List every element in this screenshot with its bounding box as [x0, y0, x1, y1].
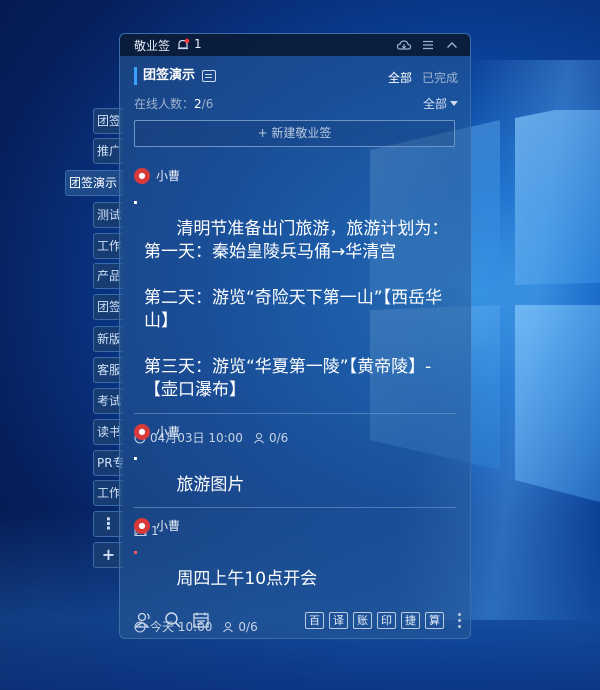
new-note-button[interactable]: + 新建敬业签	[134, 120, 455, 147]
group-name: 团签演示	[134, 67, 195, 85]
author-name: 小曹	[156, 169, 181, 183]
note-author: ● 小曹	[134, 167, 456, 185]
note-item[interactable]: ● 小曹 清明节准备出门旅游，旅游计划为： 第一天：秦始皇陵兵马俑→华清宫 第二…	[134, 167, 456, 446]
side-tab-active[interactable]: 团签演示	[65, 170, 123, 196]
filter-all-tab[interactable]: 全部	[388, 69, 412, 86]
collapse-icon[interactable]	[444, 37, 460, 53]
note-text: 清明节准备出门旅游，旅游计划为： 第一天：秦始皇陵兵马俑→华清宫 第二天：游览“…	[144, 219, 449, 400]
online-current: 2	[194, 97, 202, 111]
tool-button[interactable]: 百	[305, 612, 324, 629]
group-header: 团签演示 全部 已完成	[134, 67, 458, 87]
tool-button[interactable]: 译	[329, 612, 348, 629]
important-bullet	[134, 551, 137, 554]
app-title: 敬业签	[134, 39, 171, 53]
divider	[134, 413, 456, 414]
note-content[interactable]: 清明节准备出门旅游，旅游计划为： 第一天：秦始皇陵兵马俑→华清宫 第二天：游览“…	[134, 195, 456, 425]
bell-icon[interactable]	[176, 38, 190, 52]
note-text: 旅游图片	[176, 475, 245, 495]
search-icon[interactable]	[164, 611, 182, 629]
chevron-down-icon	[450, 101, 458, 106]
note-bullet	[134, 457, 137, 460]
members-icon[interactable]	[134, 611, 154, 629]
note-author: ● 小曹	[134, 517, 456, 535]
scope-dropdown[interactable]: 全部	[423, 95, 458, 112]
avatar: ●	[134, 518, 150, 534]
tool-button[interactable]: 印	[377, 612, 396, 629]
author-name: 小曹	[156, 519, 181, 533]
avatar: ●	[134, 168, 150, 184]
calendar-icon[interactable]	[192, 611, 210, 629]
filter-done-tab[interactable]: 已完成	[422, 69, 458, 86]
divider	[134, 507, 456, 508]
author-name: 小曹	[156, 425, 181, 439]
note-content[interactable]: 旅游图片	[134, 451, 456, 520]
title-bar[interactable]: 敬业签 1	[120, 34, 470, 56]
online-count-row: 在线人数：2/6 全部	[134, 95, 458, 113]
tool-button[interactable]: 算	[425, 612, 444, 629]
scope-label: 全部	[422, 97, 447, 111]
bottom-toolbar: 百 译 账 印 捷 算	[120, 604, 470, 638]
online-label: 在线人数：	[134, 97, 195, 111]
more-vertical-icon[interactable]	[458, 613, 461, 629]
note-bullet	[134, 201, 137, 204]
note-author: ● 小曹	[134, 423, 456, 441]
online-total: /6	[201, 97, 214, 111]
notification-count: 1	[194, 37, 202, 51]
group-notice-icon[interactable]	[202, 70, 216, 82]
avatar: ●	[134, 424, 150, 440]
note-text: 周四上午10点开会	[176, 569, 318, 589]
menu-icon[interactable]	[420, 37, 436, 53]
sticky-note-panel: 敬业签 1 团签演示 全部 已完成 在线人数：2/6 全部 + 新建敬业签 ● …	[119, 33, 471, 639]
tool-button[interactable]: 账	[353, 612, 372, 629]
cloud-sync-icon[interactable]	[396, 37, 412, 53]
tool-button[interactable]: 捷	[401, 612, 420, 629]
